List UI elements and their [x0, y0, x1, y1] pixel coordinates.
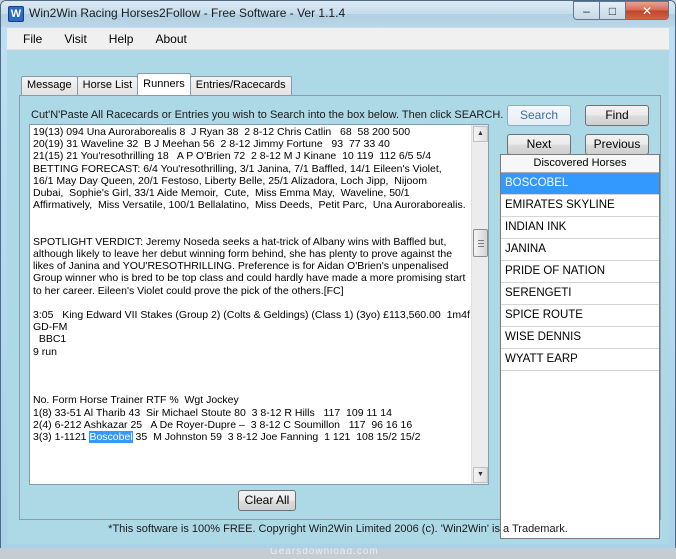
horse-item-janina[interactable]: JANINA [501, 239, 659, 261]
close-button[interactable]: ✕ [625, 1, 669, 20]
discovered-horses-header: Discovered Horses [501, 155, 659, 173]
title-bar[interactable]: W Win2Win Racing Horses2Follow - Free So… [1, 1, 675, 27]
window-title: Win2Win Racing Horses2Follow - Free Soft… [29, 6, 346, 20]
instruction-text: Cut'N'Paste All Racecards or Entries you… [31, 109, 504, 121]
selected-text: Boscobel [89, 431, 133, 444]
horse-item-serengeti[interactable]: SERENGETI [501, 283, 659, 305]
menu-file[interactable]: File [15, 32, 50, 46]
tab-strip: Message Horse List Runners Entries/Racec… [21, 73, 292, 95]
scroll-up-arrow-icon[interactable]: ▲ [473, 126, 488, 142]
discovered-horses-list[interactable]: Discovered Horses BOSCOBEL EMIRATES SKYL… [500, 154, 660, 539]
minimize-button[interactable]: – [573, 1, 600, 20]
racecard-text-before: 19(13) 094 Una Auroraborealis 8 J Ryan 3… [33, 126, 470, 444]
horse-item-wise-dennis[interactable]: WISE DENNIS [501, 327, 659, 349]
client-area: Message Horse List Runners Entries/Racec… [7, 50, 669, 544]
tab-message[interactable]: Message [21, 76, 78, 95]
menu-about[interactable]: About [147, 32, 194, 46]
tab-runners[interactable]: Runners [137, 73, 191, 95]
maximize-button[interactable]: □ [599, 1, 626, 20]
previous-button[interactable]: Previous [585, 134, 649, 155]
vertical-scrollbar[interactable]: ▲ ▼ [471, 125, 488, 484]
find-button[interactable]: Find [585, 105, 649, 126]
tab-entries-racecards[interactable]: Entries/Racecards [189, 76, 292, 95]
next-button[interactable]: Next [507, 134, 571, 155]
window-controls: – □ ✕ [573, 1, 669, 21]
watermark-text: Gearsdownload.com [270, 548, 379, 557]
menu-visit[interactable]: Visit [56, 32, 94, 46]
grip-line [478, 246, 484, 247]
runners-panel: Cut'N'Paste All Racecards or Entries you… [19, 95, 661, 539]
horse-item-wyatt-earp[interactable]: WYATT EARP [501, 349, 659, 371]
menu-help[interactable]: Help [101, 32, 142, 46]
footer-notice: *This software is 100% FREE. Copyright W… [108, 523, 568, 535]
watermark-strip: Gearsdownload.com [0, 548, 676, 559]
scrollbar-thumb[interactable] [473, 229, 488, 257]
horse-item-boscobel[interactable]: BOSCOBEL [501, 173, 659, 195]
racecard-text-after: 35 M Johnston 59 3 8-12 Joe Fanning 1 12… [132, 431, 421, 444]
racecard-textbox[interactable]: 19(13) 094 Una Auroraborealis 8 J Ryan 3… [29, 124, 489, 485]
horse-item-indian-ink[interactable]: INDIAN INK [501, 217, 659, 239]
tab-horse-list[interactable]: Horse List [76, 76, 139, 95]
menu-bar: File Visit Help About [7, 28, 669, 50]
grip-line [478, 240, 484, 241]
grip-line [478, 243, 484, 244]
clear-all-button[interactable]: Clear All [238, 490, 296, 511]
horse-item-emirates-skyline[interactable]: EMIRATES SKYLINE [501, 195, 659, 217]
horse-item-pride-of-nation[interactable]: PRIDE OF NATION [501, 261, 659, 283]
racecard-text: 19(13) 094 Una Auroraborealis 8 J Ryan 3… [33, 126, 473, 444]
horse-item-spice-route[interactable]: SPICE ROUTE [501, 305, 659, 327]
search-button[interactable]: Search [507, 105, 571, 126]
scroll-down-arrow-icon[interactable]: ▼ [473, 467, 488, 483]
app-window: W Win2Win Racing Horses2Follow - Free So… [0, 0, 676, 552]
app-icon: W [8, 6, 24, 22]
